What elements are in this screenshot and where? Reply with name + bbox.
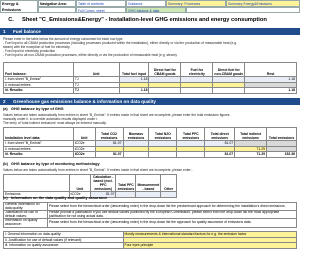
sheet-title-letter: C. — [8, 17, 14, 23]
sheet-title-row: C. Sheet "C_Emissions&Energy" - Installa… — [0, 14, 300, 26]
result-cell: 1.18 — [244, 87, 297, 94]
result-cell: 152.36 — [266, 151, 297, 158]
result-cell: 81.07 — [94, 151, 124, 158]
column-header: Total CO2 emissions — [94, 127, 124, 141]
column-header: Measurement - based — [135, 174, 162, 192]
column-header: Other — [160, 174, 177, 192]
subsection-letter: (b) — [3, 162, 8, 166]
value-cell — [160, 191, 177, 198]
table-row: Information on quality assurance: Please… — [3, 218, 298, 228]
result-cell: 1.18 — [118, 87, 150, 94]
column-header: Unit — [72, 127, 96, 141]
subsection-label-b: (b) GHG balance by type of monitoring met… — [3, 162, 100, 166]
row-label: iii. Information on quality assurance: — [3, 242, 124, 249]
section-number: 2 — [3, 99, 6, 104]
methodology-table: Unit Calculation - based (excl. PFC emis… — [3, 174, 177, 198]
spreadsheet-sheet: Energy & Emissions Navigation Area: Tabl… — [0, 0, 300, 260]
nav-blank-cell — [38, 6, 76, 13]
result-cell: 71.29 — [234, 151, 268, 158]
table-header-row: Fuel balance: Unit Total fuel input Dire… — [3, 62, 297, 77]
column-header: Total PFC emissions — [176, 127, 206, 141]
column-header: Total PFC emissions — [115, 174, 137, 192]
result-cell — [148, 87, 182, 94]
row-label: iii. Results: — [3, 151, 74, 158]
result-cell — [176, 151, 206, 158]
subsection-label-a: (a) GHG balance by type of GHG — [3, 107, 64, 111]
section-number: 1 — [3, 29, 6, 34]
subsection-title: Information on the data quality and qual… — [11, 196, 108, 200]
subsection-letter: (a) — [3, 107, 8, 111]
row-label: Justification for use of default values: — [3, 210, 48, 220]
result-cell — [148, 151, 178, 158]
result-cell — [122, 151, 150, 158]
quality-assurance-dropdown[interactable]: Four eyes principle — [122, 242, 298, 249]
sheet-section-label: Energy & Emissions — [0, 0, 38, 13]
row-unit: tCO2e — [72, 151, 96, 158]
section-header-ghg-balance: 2 Greenhouse gas emissions balance & inf… — [0, 98, 300, 105]
table-row: iii. Information on quality assurance: F… — [3, 242, 298, 249]
column-header: Installation level data: — [3, 127, 74, 141]
row-label: General information on data quality: — [3, 201, 48, 212]
row-label: Information on quality assurance: — [3, 218, 48, 228]
column-header: Total fuel input — [118, 62, 150, 77]
nav-blank-cell — [186, 6, 300, 13]
table-row: Justification for use of default values:… — [3, 210, 298, 220]
explanation-text: Please select from the hierarchical orde… — [46, 218, 298, 228]
column-header: Fuel for electricity — [180, 62, 214, 77]
table-row-results: iii. Results: tCO2e 81.07 81.07 71.29 15… — [3, 151, 297, 158]
explanation-text: Please provide a justification if you us… — [46, 210, 298, 220]
table-header-row: Unit Calculation - based (excl. PFC emis… — [3, 174, 177, 192]
column-header: Fuel balance: — [3, 62, 74, 77]
subsection-letter: (c) — [3, 196, 8, 200]
navigation-area: Navigation Area: Table of contents Guida… — [38, 0, 300, 13]
subsection-title: GHG balance by type of monitoring method… — [11, 162, 100, 166]
result-cell: 81.07 — [204, 151, 236, 158]
table-row: General information on data quality: Ple… — [3, 201, 298, 212]
explanation-text: Please select from the hierarchical orde… — [46, 201, 298, 212]
data-quality-summary-table: i. General information on data quality: … — [3, 231, 298, 249]
row-unit: TJ — [72, 87, 120, 94]
table-header-row: Installation level data: Unit Total CO2 … — [3, 127, 297, 141]
column-header: Rest — [244, 62, 297, 77]
methodology-note-0: Values below are taken automatically fro… — [3, 168, 194, 172]
nav-link-ghg-balance[interactable]: GHG balance & data — [126, 6, 186, 13]
column-header: Total direct emissions — [204, 127, 236, 141]
subsection-title: GHG balance by type of GHG — [11, 107, 64, 111]
ghg-balance-table: Installation level data: Unit Total CO2 … — [3, 127, 297, 158]
subsection-label-c: (c) Information on the data quality and q… — [3, 196, 107, 200]
column-header: Calculation - based (excl. PFC emissions… — [89, 174, 117, 192]
column-header — [3, 174, 70, 192]
value-cell — [135, 191, 162, 198]
sheet-section-label-text: Energy & Emissions — [2, 2, 21, 12]
row-label: iii. Results: — [3, 87, 74, 94]
column-header: Total emissions — [266, 127, 297, 141]
column-header: Unit — [72, 62, 120, 77]
data-quality-explanation-table: General information on data quality: Ple… — [3, 201, 298, 228]
column-header: Total N2O emissions — [148, 127, 178, 141]
nav-link-full-comm-sheet[interactable]: Full Comm. sheet — [76, 6, 126, 13]
sheet-title: Sheet "C_Emissions&Energy" - Installatio… — [22, 17, 267, 23]
ghg-note-2: The entry of 'total indirect emissions' … — [3, 121, 107, 125]
section-title: Fuel balance — [13, 29, 41, 34]
table-row-results: iii. Results: TJ 1.18 1.18 — [3, 87, 297, 94]
fuel-balance-note-4: - Fuel input to all non-CBAM production … — [3, 53, 178, 57]
result-cell — [180, 87, 214, 94]
column-header: Direct fuel for non-CBAM goods — [212, 62, 246, 77]
result-cell — [212, 87, 246, 94]
column-header: Unit — [68, 174, 91, 192]
section-header-fuel-balance: 1 Fuel balance — [0, 28, 300, 35]
fuel-balance-table: Fuel balance: Unit Total fuel input Dire… — [3, 62, 297, 94]
value-cell — [115, 191, 137, 198]
section-title: Greenhouse gas emissions balance & infor… — [13, 99, 156, 104]
column-header: Direct fuel for CBAM goods — [148, 62, 182, 77]
column-header: Total indirect emissions — [234, 127, 268, 141]
column-header: Biomass emissions — [122, 127, 150, 141]
